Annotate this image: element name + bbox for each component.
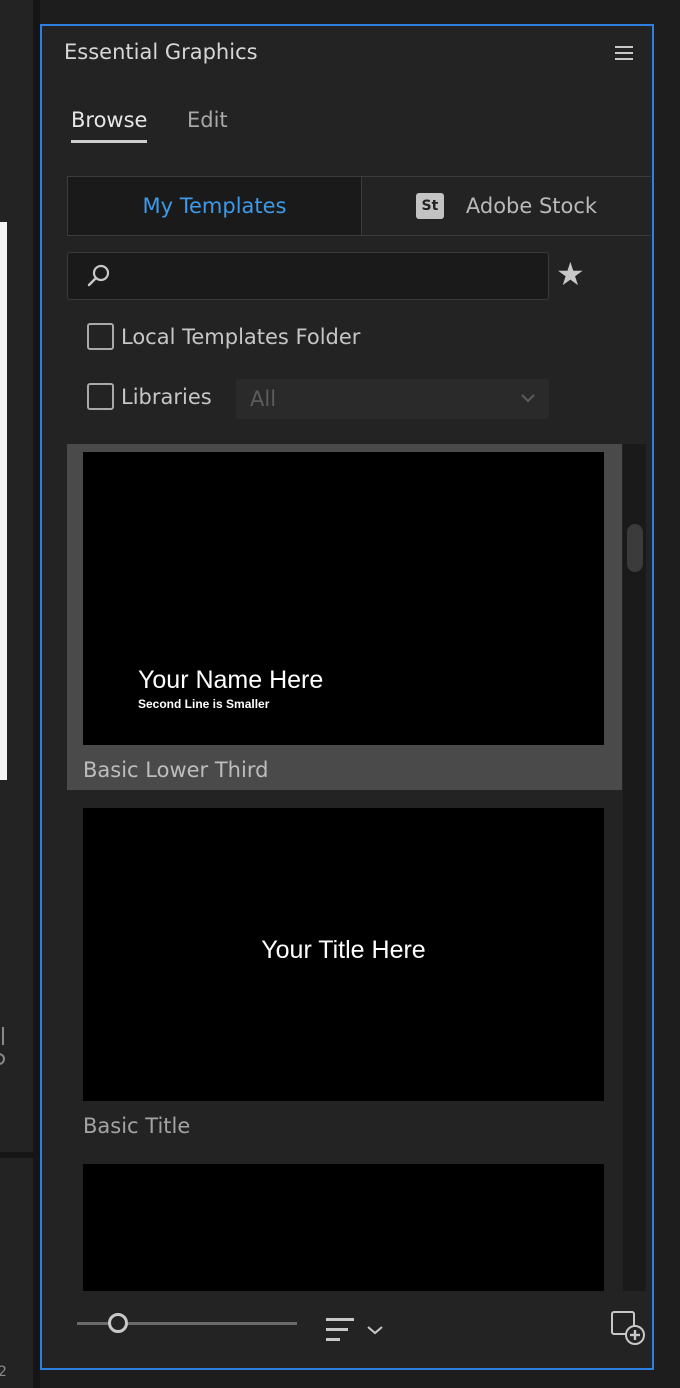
sort-icon [326,1318,383,1341]
libraries-dropdown-value: All [250,387,277,411]
local-templates-folder-checkbox[interactable] [87,323,114,350]
chevron-down-icon [521,394,535,403]
thumbnail-size-slider-knob[interactable] [108,1313,128,1333]
preview-name-text: Your Name Here [138,666,324,694]
favorites-star-icon[interactable]: ★ [556,258,585,290]
template-thumbnail: Your Title Here [83,808,604,1101]
essential-graphics-panel: Essential Graphics Browse Edit My Templa… [40,24,654,1370]
template-card-basic-lower-third[interactable]: Your Name Here Second Line is Smaller Ba… [67,444,622,790]
my-templates-label: My Templates [142,194,287,218]
template-card-basic-title[interactable]: Your Title Here Basic Title [67,800,622,1146]
template-card[interactable] [67,1156,622,1291]
new-layer-icon [611,1311,645,1345]
scrollbar-thumb[interactable] [627,524,643,572]
template-name: Basic Lower Third [83,758,269,782]
libraries-dropdown[interactable]: All [236,379,549,419]
search-icon [87,264,110,287]
background-monitor-edge [0,222,7,780]
new-item-button[interactable] [610,1310,646,1346]
panel-title: Essential Graphics [64,40,258,64]
hamburger-menu-icon[interactable] [615,46,633,62]
adobe-stock-button[interactable]: St Adobe Stock [361,176,651,236]
tab-edit[interactable]: Edit [187,108,228,132]
panel-divider[interactable] [33,0,40,1388]
libraries-label: Libraries [121,384,212,409]
template-thumbnail [83,1164,604,1291]
adobe-stock-icon: St [415,193,444,219]
template-name: Basic Title [83,1114,191,1138]
background-tick [2,1027,4,1045]
background-slider-knob [0,1053,5,1065]
template-list[interactable]: Your Name Here Second Line is Smaller Ba… [67,444,646,1291]
active-tab-indicator [71,140,147,143]
scrollbar[interactable] [623,444,646,1291]
background-app-panel: 2 [0,0,33,1388]
preview-second-line-text: Second Line is Smaller [138,697,270,711]
tab-browse[interactable]: Browse [71,108,147,132]
background-divider [0,1152,33,1158]
preview-title-text: Your Title Here [261,936,426,964]
search-input[interactable] [67,252,549,300]
local-templates-folder-row[interactable]: Local Templates Folder [87,323,360,350]
background-number: 2 [0,1364,7,1380]
libraries-row[interactable]: Libraries [87,383,212,410]
local-templates-folder-label: Local Templates Folder [121,324,361,349]
template-thumbnail: Your Name Here Second Line is Smaller [83,452,604,745]
sort-button[interactable] [326,1316,390,1344]
adobe-stock-label: Adobe Stock [465,194,598,218]
libraries-checkbox[interactable] [87,383,114,410]
my-templates-button[interactable]: My Templates [67,176,362,236]
